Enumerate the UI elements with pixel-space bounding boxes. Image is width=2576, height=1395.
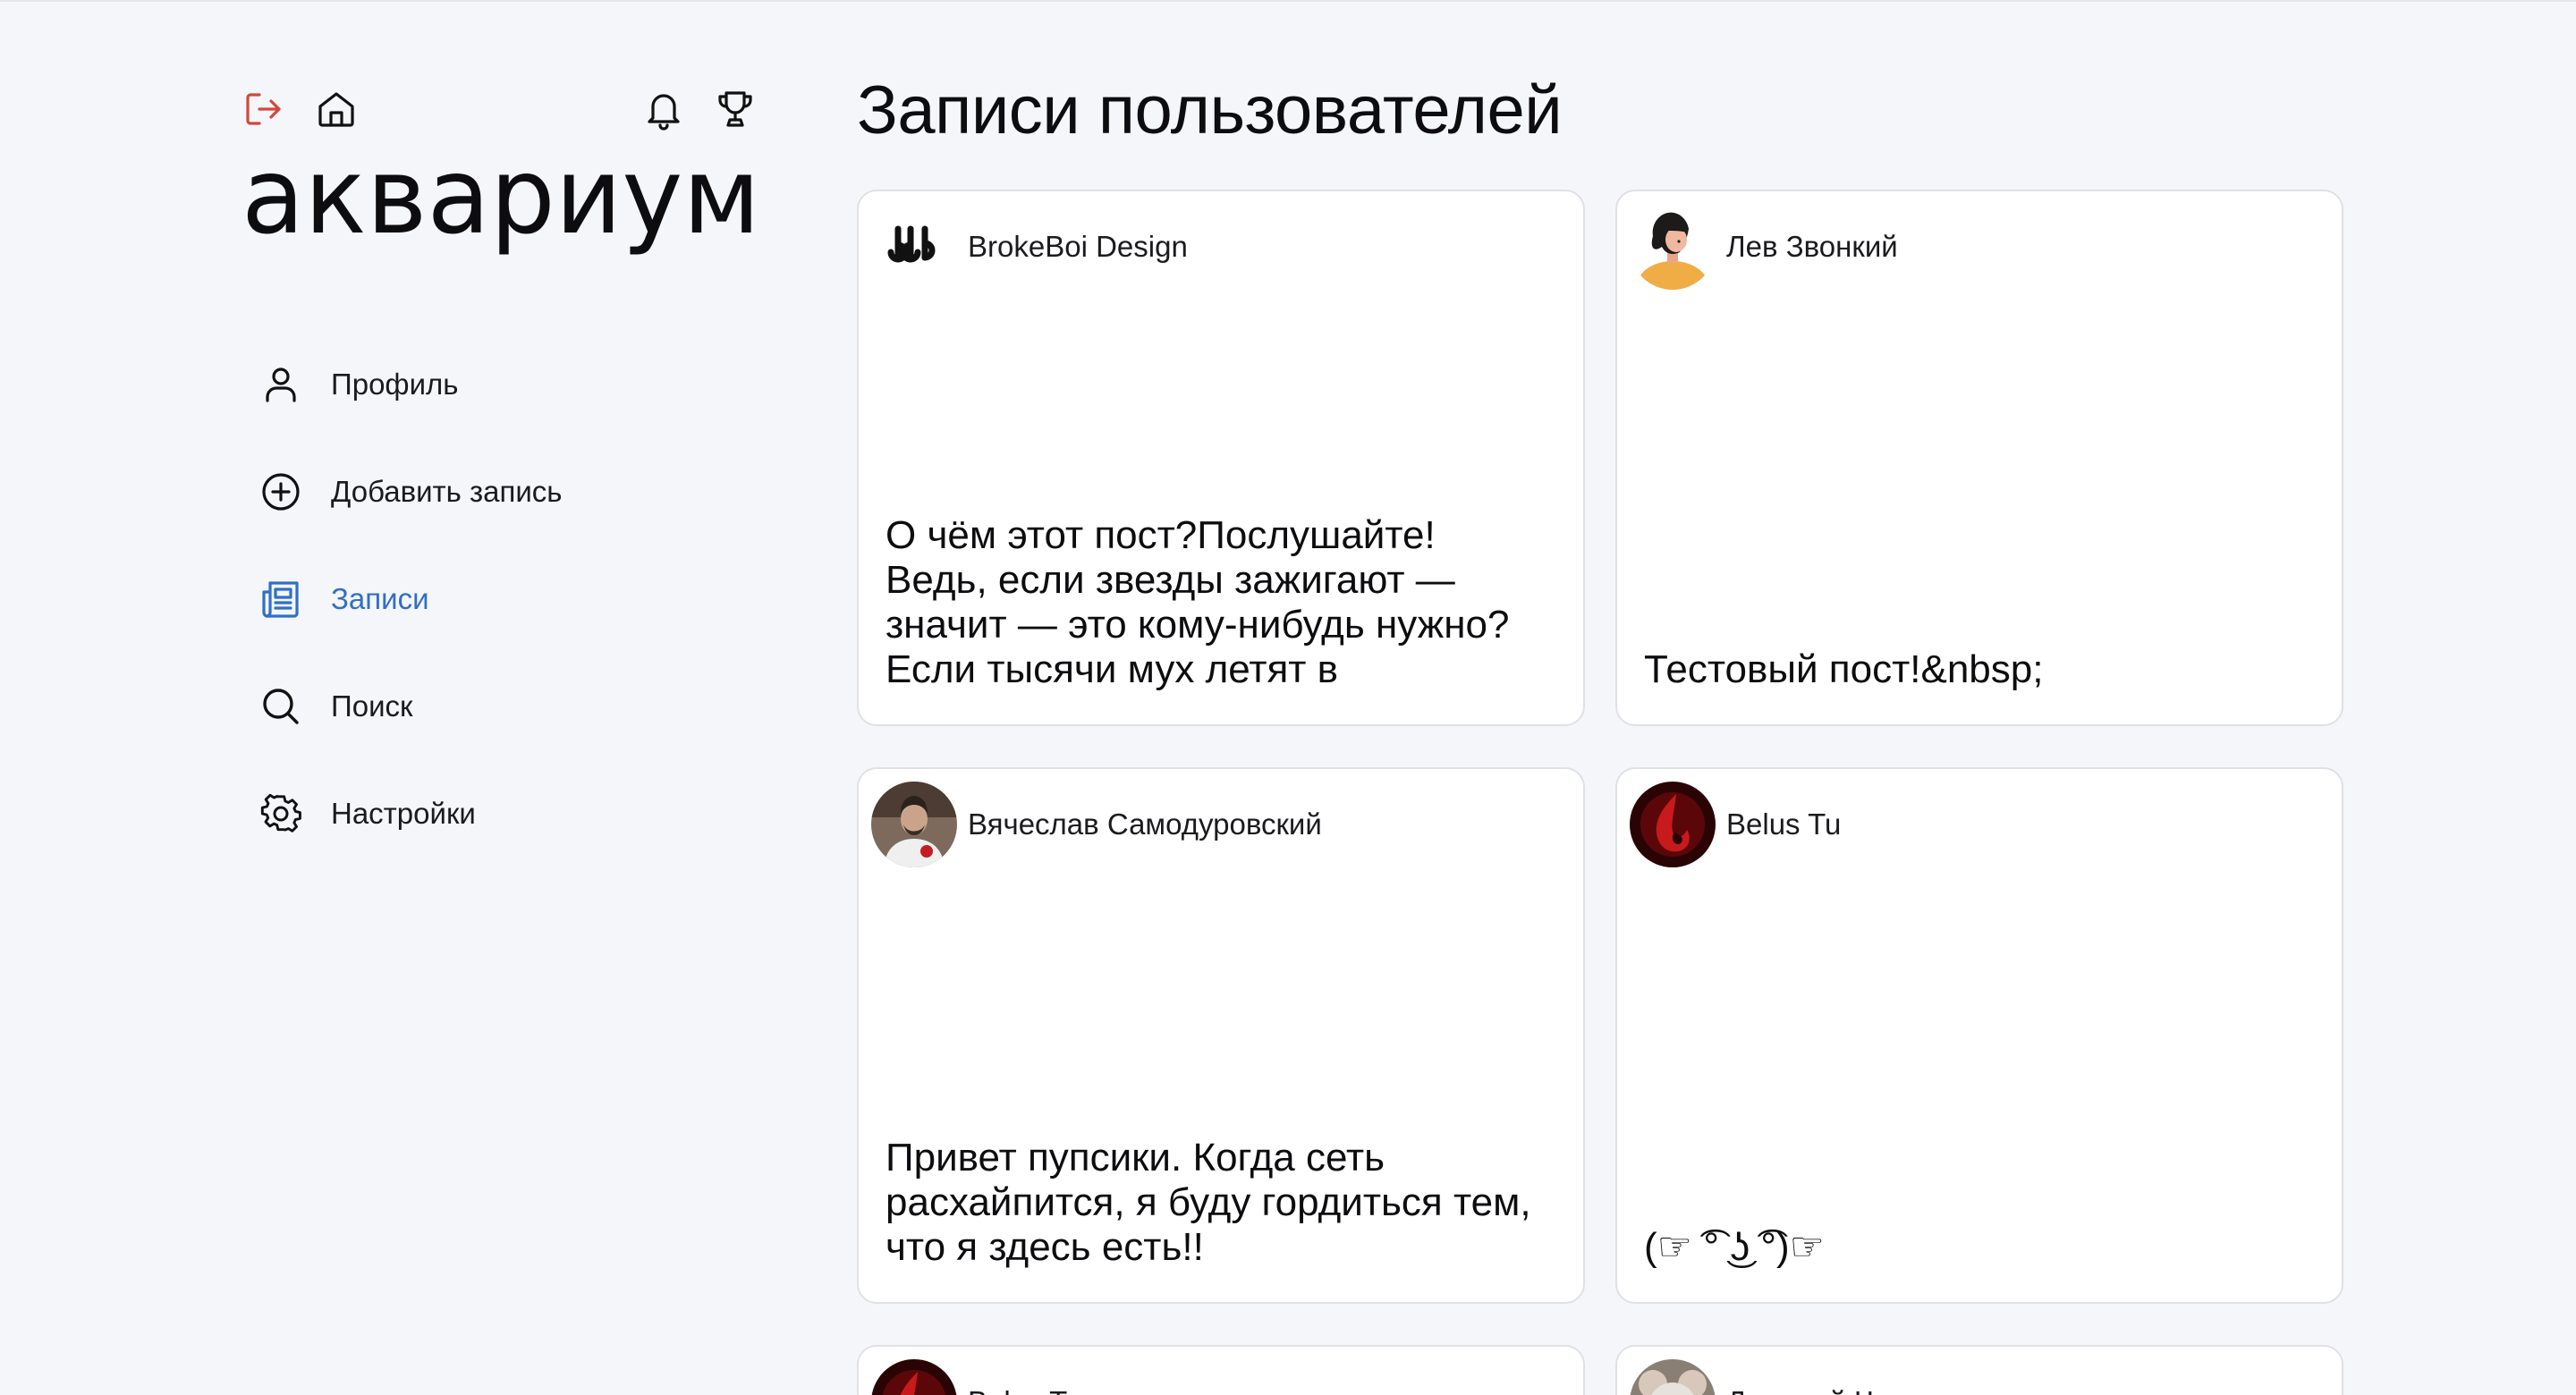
main-content: Записи пользователей BrokeBoi Design О ч…	[857, 66, 2346, 1395]
post-header: Вячеслав Самодуровский	[871, 782, 1322, 867]
bell-icon[interactable]	[642, 88, 685, 131]
top-icon-bar	[242, 79, 769, 145]
gear-icon	[259, 792, 302, 835]
post-card[interactable]: Дмитрий Чепков	[1615, 1345, 2343, 1395]
sidebar-item-label: Записи	[331, 582, 429, 615]
sidebar-item-label: Добавить запись	[331, 475, 563, 508]
sidebar: аквариум Профиль Добавить запись Записи …	[242, 79, 769, 867]
sidebar-nav: Профиль Добавить запись Записи Поиск Нас…	[242, 331, 769, 867]
post-card[interactable]: Лев Звонкий Тестовый пост!&nbsp;	[1615, 190, 2343, 726]
sidebar-item-profile[interactable]: Профиль	[242, 331, 769, 438]
avatar[interactable]	[871, 204, 957, 290]
post-header: Belus Tu	[1630, 782, 1841, 867]
post-header: BrokeBoi Design	[871, 204, 1188, 290]
post-text: (☞ ͡° ͜ʖ ͡°)☞	[1644, 1225, 1826, 1269]
page-title: Записи пользователей	[857, 72, 1563, 148]
sidebar-item-label: Настройки	[331, 797, 476, 830]
sidebar-item-add-post[interactable]: Добавить запись	[242, 438, 769, 545]
sidebar-item-label: Профиль	[331, 368, 459, 401]
post-card[interactable]: Вячеслав Самодуровский Привет пупсики. К…	[857, 767, 1585, 1304]
post-text: Привет пупсики. Когда сеть расхайпится, …	[886, 1136, 1531, 1269]
plus-circle-icon	[259, 470, 302, 513]
post-header: Лев Звонкий	[1630, 204, 1898, 290]
avatar[interactable]	[871, 1359, 957, 1395]
post-author[interactable]: Лев Звонкий	[1726, 230, 1898, 264]
posts-grid: BrokeBoi Design О чём этот пост?Послушай…	[857, 190, 2346, 1395]
user-icon	[259, 363, 302, 406]
post-header: Belus Tu	[871, 1359, 1082, 1395]
post-author[interactable]: Дмитрий Чепков	[1726, 1385, 1952, 1395]
trophy-icon[interactable]	[714, 88, 757, 131]
post-header: Дмитрий Чепков	[1630, 1359, 1952, 1395]
sidebar-item-settings[interactable]: Настройки	[242, 760, 769, 867]
sidebar-item-search[interactable]: Поиск	[242, 653, 769, 760]
avatar[interactable]	[1630, 782, 1716, 867]
post-card[interactable]: BrokeBoi Design О чём этот пост?Послушай…	[857, 190, 1585, 726]
sidebar-item-posts[interactable]: Записи	[242, 545, 769, 653]
app-logo[interactable]: аквариум	[242, 134, 769, 279]
post-text: О чём этот пост?Послушайте! Ведь, если з…	[886, 513, 1510, 691]
post-card[interactable]: Belus Tu	[857, 1345, 1585, 1395]
avatar[interactable]	[1630, 1359, 1716, 1395]
sidebar-item-label: Поиск	[331, 689, 413, 723]
logo-text: аквариум	[242, 154, 760, 258]
logout-icon[interactable]	[242, 88, 284, 131]
post-card[interactable]: Belus Tu (☞ ͡° ͜ʖ ͡°)☞	[1615, 767, 2343, 1304]
post-author[interactable]: Belus Tu	[968, 1385, 1082, 1395]
post-author[interactable]: BrokeBoi Design	[968, 230, 1188, 264]
post-author[interactable]: Вячеслав Самодуровский	[968, 807, 1322, 841]
post-text: Тестовый пост!&nbsp;	[1644, 647, 2044, 691]
avatar[interactable]	[1630, 204, 1716, 290]
search-icon	[259, 685, 302, 728]
post-author[interactable]: Belus Tu	[1726, 807, 1841, 841]
avatar[interactable]	[871, 782, 957, 867]
newspaper-icon	[259, 578, 302, 621]
home-icon[interactable]	[315, 88, 358, 131]
